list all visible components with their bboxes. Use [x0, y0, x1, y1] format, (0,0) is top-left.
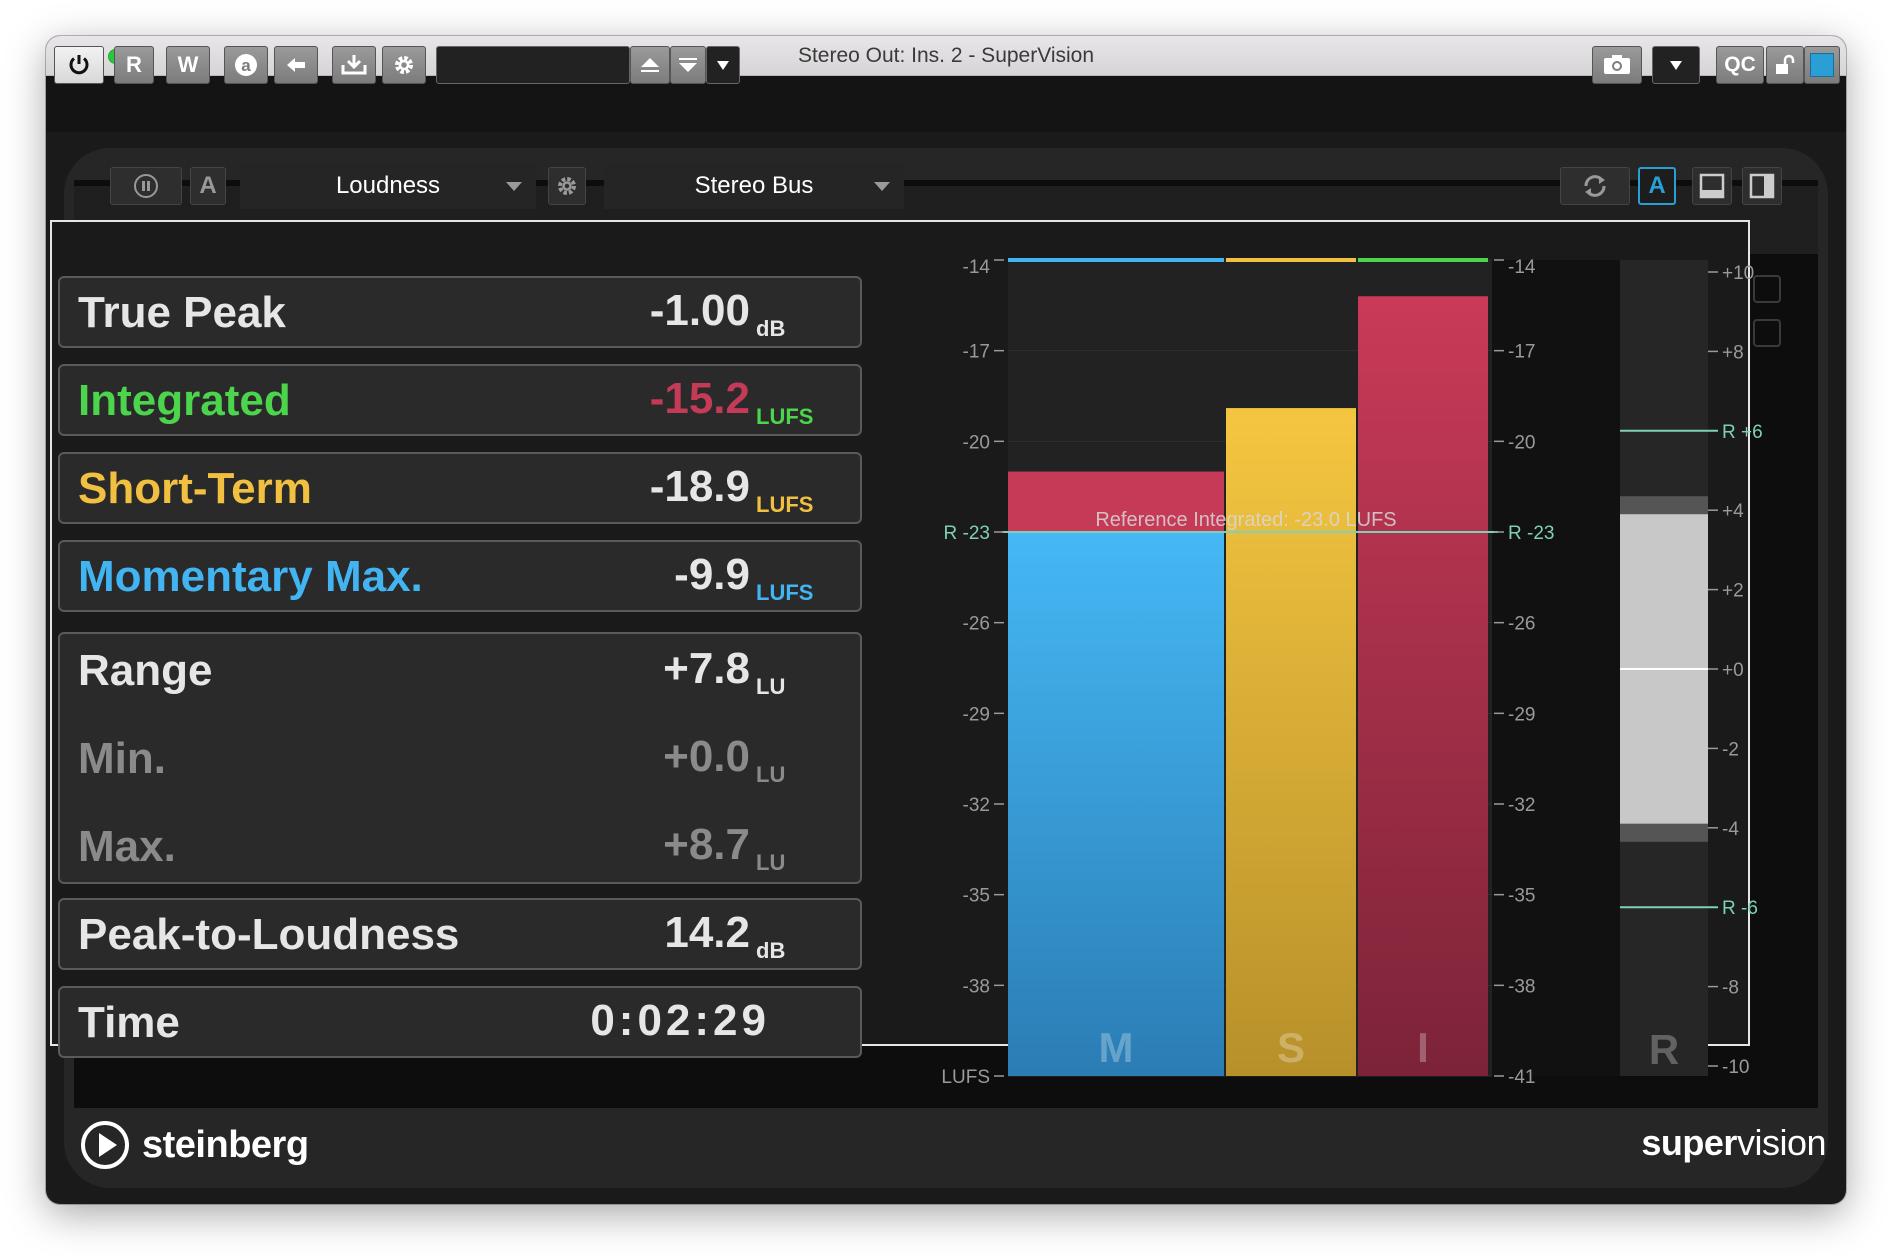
- host-toolbar: [46, 76, 1846, 132]
- brand-bold: super: [1641, 1122, 1737, 1163]
- chevron-down-icon: [1670, 61, 1682, 70]
- integrated-row: Integrated -15.2 LUFS: [58, 364, 862, 436]
- range-max-unit: LU: [756, 850, 786, 875]
- momentary-max-label: Momentary Max.: [78, 552, 423, 601]
- play-circle-icon: [81, 1121, 129, 1169]
- reset-button[interactable]: [1560, 167, 1630, 205]
- brand-light: vision: [1736, 1122, 1827, 1163]
- active-a-toggle[interactable]: A: [1638, 167, 1676, 205]
- time-row: Time 0:02:29: [58, 986, 862, 1058]
- range-unit: LU: [756, 674, 786, 699]
- channel-dropdown[interactable]: Stereo Bus: [604, 163, 904, 209]
- snapshot-menu-button[interactable]: [1652, 46, 1700, 84]
- integrated-label: Integrated: [78, 376, 291, 425]
- steinberg-wordmark: steinberg: [142, 1123, 309, 1166]
- module-dropdown[interactable]: Loudness: [240, 163, 536, 209]
- triangle-down-icon: [679, 58, 697, 72]
- svg-text:a: a: [241, 56, 251, 75]
- read-automation-button[interactable]: R: [114, 46, 154, 84]
- preset-field[interactable]: [436, 46, 630, 84]
- chevron-down-icon: [506, 182, 522, 191]
- supervision-wordmark: supervision: [1641, 1122, 1826, 1164]
- range-value: +7.8: [663, 644, 750, 693]
- pause-icon: [134, 174, 158, 198]
- power-icon: [69, 55, 89, 75]
- lock-button[interactable]: [1766, 46, 1804, 84]
- range-min-label: Min.: [78, 734, 166, 783]
- module-settings-button[interactable]: [548, 167, 586, 205]
- preset-up-button[interactable]: [630, 46, 670, 84]
- preset-menu-button[interactable]: [706, 46, 740, 84]
- a-b-toggle[interactable]: A: [190, 167, 226, 205]
- short-term-value: -18.9: [649, 462, 750, 511]
- color-swatch: [1810, 53, 1834, 77]
- true-peak-value: -1.00: [649, 286, 750, 335]
- range-min-value: +0.0: [663, 732, 750, 781]
- momentary-max-value: -9.9: [674, 550, 750, 599]
- routing-button[interactable]: [332, 46, 376, 84]
- routing-icon: [341, 55, 367, 75]
- short-term-row: Short-Term -18.9 LUFS: [58, 452, 862, 524]
- true-peak-row: True Peak -1.00 dB: [58, 276, 862, 348]
- true-peak-label: True Peak: [78, 288, 286, 337]
- refresh-icon: [1584, 175, 1606, 197]
- short-term-label: Short-Term: [78, 464, 312, 513]
- preset-down-button[interactable]: [670, 46, 706, 84]
- range-max-label: Max.: [78, 822, 176, 871]
- range-max-value: +8.7: [663, 820, 750, 869]
- pause-button[interactable]: [110, 167, 182, 205]
- gear-icon: [558, 177, 576, 195]
- triangle-up-icon: [641, 58, 659, 72]
- side-chain-button[interactable]: [274, 46, 318, 84]
- time-value: 0:02:29: [590, 996, 770, 1045]
- snapshot-button[interactable]: [1592, 46, 1642, 84]
- gear-icon: [395, 56, 413, 74]
- momentary-max-row: Momentary Max. -9.9 LUFS: [58, 540, 862, 612]
- plr-label: Peak-to-Loudness: [78, 910, 460, 959]
- short-term-unit: LUFS: [756, 492, 814, 517]
- layout-side-button[interactable]: [1742, 167, 1782, 205]
- chevron-down-icon: [717, 61, 729, 70]
- plr-value: 14.2: [664, 908, 750, 957]
- integrated-unit: LUFS: [756, 404, 814, 429]
- power-button[interactable]: [54, 46, 104, 84]
- bypass-a-button[interactable]: a: [224, 46, 268, 84]
- range-panel: Range +7.8 LU Min. +0.0 LU Max. +8.7 LU: [58, 632, 862, 884]
- range-min-unit: LU: [756, 762, 786, 787]
- steinberg-logo: steinberg: [80, 1120, 309, 1170]
- write-automation-button[interactable]: W: [166, 46, 210, 84]
- panel-side-icon: [1749, 173, 1775, 199]
- plr-unit: dB: [756, 938, 786, 963]
- channel-label: Stereo Bus: [694, 172, 814, 199]
- range-label: Range: [78, 646, 213, 695]
- quick-controls-button[interactable]: QC: [1716, 46, 1764, 84]
- true-peak-unit: dB: [756, 316, 786, 341]
- settings-button[interactable]: [382, 46, 426, 84]
- momentary-max-unit: LUFS: [756, 580, 814, 605]
- unlock-icon: [1776, 54, 1795, 74]
- layout-bottom-button[interactable]: [1692, 167, 1732, 205]
- window-color-button[interactable]: [1804, 46, 1840, 84]
- panel-bottom-icon: [1699, 173, 1725, 199]
- module-label: Loudness: [335, 172, 441, 199]
- integrated-value: -15.2: [649, 374, 750, 423]
- chevron-down-icon: [874, 182, 890, 191]
- time-label: Time: [78, 998, 180, 1047]
- a-circle-icon: a: [235, 54, 257, 76]
- camera-icon: [1604, 55, 1630, 74]
- plr-row: Peak-to-Loudness 14.2 dB: [58, 898, 862, 970]
- arrow-left-icon: [287, 58, 305, 72]
